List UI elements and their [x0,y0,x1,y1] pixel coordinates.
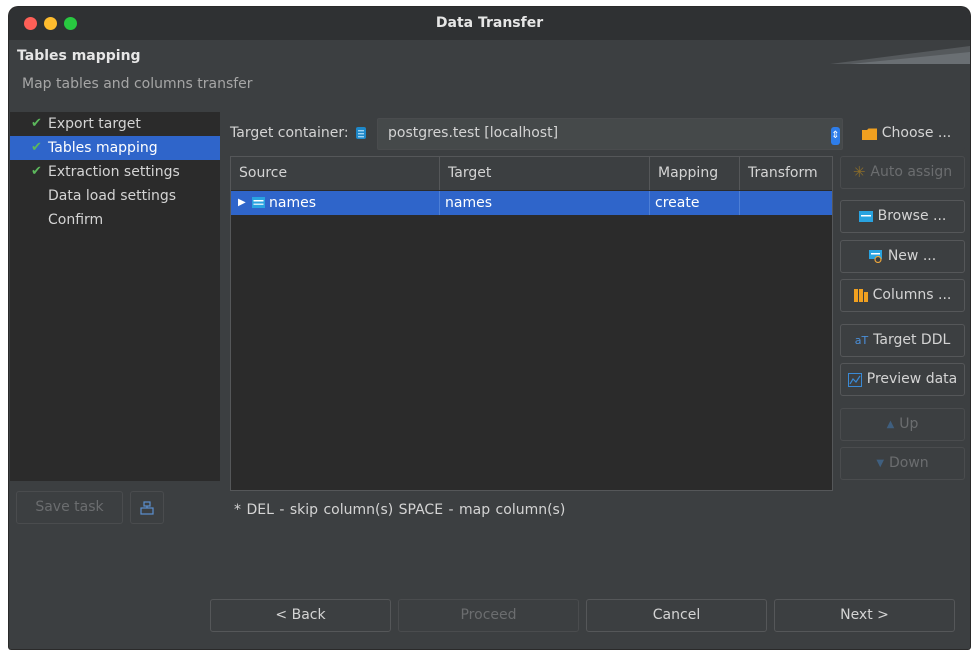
move-down-button[interactable]: ▼ Down [840,447,965,480]
mapping-table: Source Target Mapping Transform ▶ names … [230,156,833,491]
check-icon: ✔ [31,164,42,179]
asterisk-icon: ✳ [852,163,866,181]
data-transfer-window: Data Transfer Tables mapping Map tables … [9,7,970,649]
target-container-select[interactable]: postgres.test [localhost] ⇕ [377,118,843,150]
mapping-cell[interactable]: create [650,191,740,215]
proceed-button[interactable]: Proceed [398,599,579,632]
step-extraction-settings[interactable]: ✔ Extraction settings [10,160,220,184]
step-export-target[interactable]: ✔ Export target [10,112,220,136]
new-button[interactable]: New ... [840,240,965,273]
wizard-steps-list: ✔ Export target ✔ Tables mapping ✔ Extra… [10,112,220,481]
target-container-value: postgres.test [localhost] [388,125,559,141]
browse-button[interactable]: Browse ... [840,200,965,233]
header-banner-graphic [830,46,970,64]
source-cell[interactable]: ▶ names [231,191,440,215]
move-up-button[interactable]: ▲ Up [840,408,965,441]
page-title: Tables mapping [17,48,141,64]
page-subtitle: Map tables and columns transfer [22,76,253,92]
preview-data-button[interactable]: Preview data [840,363,965,396]
table-icon [252,197,265,208]
chevron-down-icon: ▼ [876,458,885,469]
save-task-button[interactable]: Save task [16,491,123,524]
step-confirm[interactable]: Confirm [10,208,220,232]
auto-assign-button[interactable]: ✳ Auto assign [840,156,965,189]
column-header-mapping[interactable]: Mapping [650,157,740,190]
window-title: Data Transfer [435,15,544,31]
table-icon [858,211,873,222]
new-table-icon [868,250,882,263]
keyboard-hint: * DEL - skip column(s) SPACE - map colum… [234,502,566,518]
back-button[interactable]: < Back [210,599,391,632]
next-button[interactable]: Next > [774,599,955,632]
chart-icon [847,372,862,387]
choose-button[interactable]: Choose ... [848,117,965,150]
target-cell[interactable]: names [440,191,650,215]
column-header-source[interactable]: Source [231,157,440,190]
cancel-button[interactable]: Cancel [586,599,767,632]
check-icon: ✔ [31,116,42,131]
folder-icon [861,128,877,140]
database-icon [356,127,366,139]
ddl-icon: aT [854,334,869,347]
target-ddl-button[interactable]: aT Target DDL [840,324,965,357]
step-tables-mapping[interactable]: ✔ Tables mapping [10,136,220,160]
columns-button[interactable]: Columns ... [840,279,965,312]
transform-cell[interactable] [740,191,832,215]
column-header-transform[interactable]: Transform [740,157,832,190]
title-bar: Data Transfer [9,7,970,40]
target-container-label: Target container: [230,125,349,141]
table-row[interactable]: ▶ names names create [231,191,832,215]
wizard-header: Tables mapping Map tables and columns tr… [9,40,970,112]
check-icon: ✔ [31,140,42,155]
expand-arrow-icon[interactable]: ▶ [238,191,246,215]
dropdown-arrow-icon: ⇕ [831,127,840,145]
task-icon [140,501,154,515]
chevron-up-icon: ▲ [886,419,895,430]
step-data-load-settings[interactable]: Data load settings [10,184,220,208]
column-header-target[interactable]: Target [440,157,650,190]
columns-icon [853,289,868,302]
task-config-button[interactable] [130,491,164,524]
